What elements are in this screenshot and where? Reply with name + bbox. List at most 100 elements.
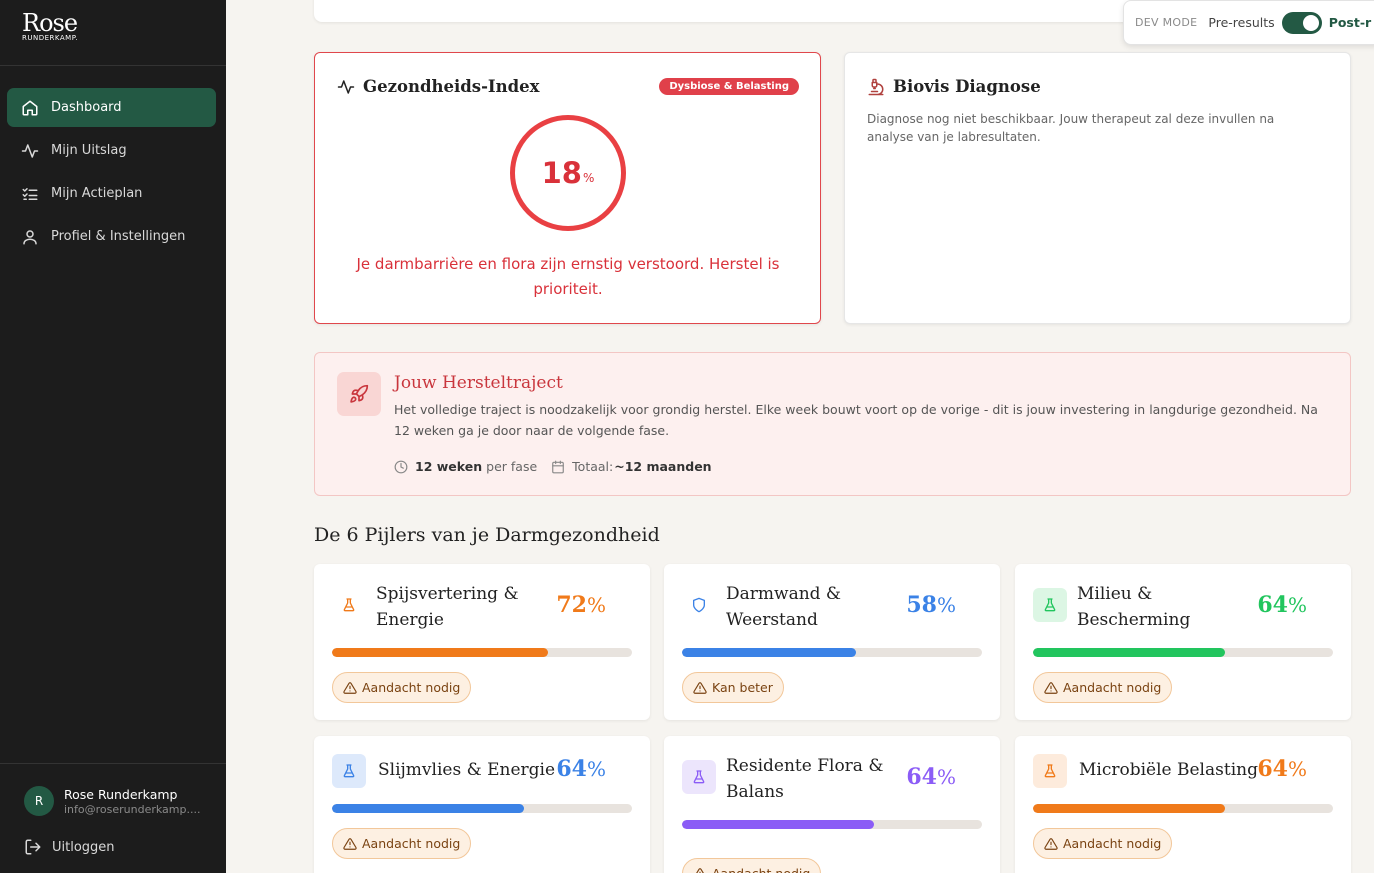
pillar-percent-value: 58 — [906, 592, 937, 618]
pillar-percent-value: 72 — [556, 592, 587, 618]
traject-text: Het volledige traject is noodzakelijk vo… — [394, 402, 1318, 438]
pillar-icon — [1033, 754, 1067, 788]
sidebar-item-label: Mijn Uitslag — [51, 143, 127, 158]
flask-icon — [693, 770, 705, 784]
pillar-card[interactable]: Slijmvlies & Energie 64% Aandacht nodig — [314, 736, 650, 873]
pillar-status-badge: Kan beter — [682, 672, 784, 703]
health-score-unit: % — [582, 171, 595, 185]
checklist-icon — [22, 187, 38, 200]
pillar-status-label: Kan beter — [712, 680, 773, 695]
pillar-progress-fill — [1033, 648, 1225, 657]
pillar-icon — [682, 760, 716, 794]
pillar-card[interactable]: Darmwand & Weerstand 58% Kan beter — [664, 564, 1000, 720]
pillar-percent-value: 64 — [1257, 756, 1288, 782]
warning-icon — [1044, 681, 1058, 694]
weeks-value: 12 weken — [415, 459, 483, 474]
pillar-progress-bar — [332, 804, 632, 813]
pillar-name: Milieu & Bescherming — [1077, 584, 1191, 630]
pillar-name: Residente Flora & Balans — [726, 756, 884, 802]
pillar-status-badge: Aandacht nodig — [332, 672, 472, 703]
biovis-title-text: Biovis Diagnose — [893, 77, 1041, 96]
flask-icon — [343, 764, 355, 778]
brand-subtitle: RUNDERKAMP. — [22, 34, 79, 42]
pillar-card[interactable]: Milieu & Bescherming 64% Aandacht nodig — [1015, 564, 1351, 720]
pillar-card[interactable]: Residente Flora & Balans 64% Aandacht no… — [664, 736, 1000, 873]
pillar-percent: 64% — [556, 756, 606, 782]
results-mode-toggle[interactable] — [1281, 11, 1322, 34]
pillar-progress-bar — [682, 648, 982, 657]
calendar-icon — [552, 460, 564, 473]
logout-button[interactable]: Uitloggen — [24, 838, 115, 856]
rocket-icon — [337, 372, 381, 416]
sidebar: Rose RUNDERKAMP. Dashboard Mijn Uitslag … — [0, 0, 226, 873]
clock-icon — [394, 460, 408, 473]
pillar-status-badge: Aandacht nodig — [682, 858, 822, 873]
pillar-card[interactable]: Microbiële Belasting 64% Aandacht nodig — [1015, 736, 1351, 873]
pillar-progress-bar — [1033, 804, 1333, 813]
pillar-progress-bar — [332, 648, 632, 657]
pillar-progress-fill — [332, 804, 524, 813]
pillar-progress-fill — [1033, 804, 1225, 813]
sidebar-item-label: Mijn Actieplan — [51, 186, 143, 201]
activity-icon — [337, 79, 355, 94]
traject-meta: 12 weken per fase Totaal: ~12 maanden — [394, 459, 716, 474]
pillar-percent: 64% — [1257, 756, 1307, 782]
pillar-percent-value: 64 — [1257, 592, 1288, 618]
warning-icon — [695, 867, 705, 873]
pillar-percent-unit: % — [586, 593, 606, 617]
pillar-status-badge: Aandacht nodig — [1033, 672, 1173, 703]
health-score: 18% — [515, 120, 621, 226]
flask-icon — [1044, 598, 1056, 612]
user-name: Rose Runderkamp — [64, 786, 178, 802]
logout-label: Uitloggen — [52, 839, 115, 855]
sidebar-footer-divider — [0, 763, 226, 764]
hersteltraject-card: Jouw Hersteltraject Het volledige trajec… — [314, 352, 1351, 496]
pillar-percent: 64% — [906, 764, 956, 790]
flask-icon — [1044, 764, 1056, 778]
pillar-name: Microbiële Belasting — [1079, 760, 1258, 780]
pillar-percent-unit: % — [1287, 757, 1307, 781]
pillar-status-badge: Aandacht nodig — [1033, 828, 1173, 859]
weeks-suffix: per fase — [486, 459, 538, 474]
pillar-percent: 72% — [556, 592, 606, 618]
biovis-diagnose-card: Biovis Diagnose Diagnose nog niet beschi… — [844, 52, 1351, 324]
sidebar-item-label: Profiel & Instellingen — [51, 229, 186, 244]
pillar-progress-fill — [332, 648, 548, 657]
post-results-label[interactable]: Post-r — [1329, 15, 1372, 30]
pillar-name: Darmwand & Weerstand — [726, 584, 842, 630]
pillar-name: Slijmvlies & Energie — [378, 760, 556, 780]
pillar-percent: 58% — [906, 592, 956, 618]
sidebar-divider — [0, 65, 226, 66]
home-icon — [22, 100, 38, 115]
pillar-status-label: Aandacht nodig — [712, 866, 810, 873]
pillar-percent-unit: % — [936, 593, 956, 617]
dev-mode-bar: DEV MODE Pre-results Post-r — [1123, 0, 1374, 45]
sidebar-nav: Dashboard Mijn Uitslag Mijn Actieplan Pr… — [7, 88, 216, 260]
pillar-progress-fill — [682, 648, 856, 657]
status-badge: Dysbiose & Belasting — [659, 78, 799, 95]
user-icon — [23, 229, 37, 244]
pillar-status-label: Aandacht nodig — [1063, 836, 1162, 851]
logout-icon — [25, 839, 41, 855]
pre-results-label[interactable]: Pre-results — [1208, 15, 1274, 30]
sidebar-item-dashboard[interactable]: Dashboard — [7, 88, 216, 127]
shield-icon — [693, 597, 705, 613]
brand-name: Rose — [22, 9, 78, 37]
health-index-title-text: Gezondheids-Index — [363, 77, 540, 96]
sidebar-item-mijn-uitslag[interactable]: Mijn Uitslag — [7, 131, 216, 170]
dev-mode-label: DEV MODE — [1135, 16, 1198, 29]
health-score-ring: 18% — [510, 115, 626, 231]
pillar-icon — [332, 588, 366, 622]
user-email: info@roserunderkamp.... — [64, 802, 201, 816]
warning-icon — [693, 681, 707, 694]
brand-logo[interactable]: Rose RUNDERKAMP. — [22, 10, 78, 42]
pillar-icon — [332, 754, 366, 788]
user-profile[interactable]: R Rose Runderkamp info@roserunderkamp...… — [24, 786, 200, 816]
sidebar-item-profiel[interactable]: Profiel & Instellingen — [7, 217, 216, 256]
pillar-card[interactable]: Spijsvertering & Energie 72% Aandacht no… — [314, 564, 650, 720]
health-score-value: 18 — [541, 156, 582, 190]
total-value: ~12 maanden — [614, 459, 712, 474]
pillar-percent-unit: % — [1287, 593, 1307, 617]
sidebar-item-mijn-actieplan[interactable]: Mijn Actieplan — [7, 174, 216, 213]
pillars-section-title: De 6 Pijlers van je Darmgezondheid — [314, 524, 660, 546]
